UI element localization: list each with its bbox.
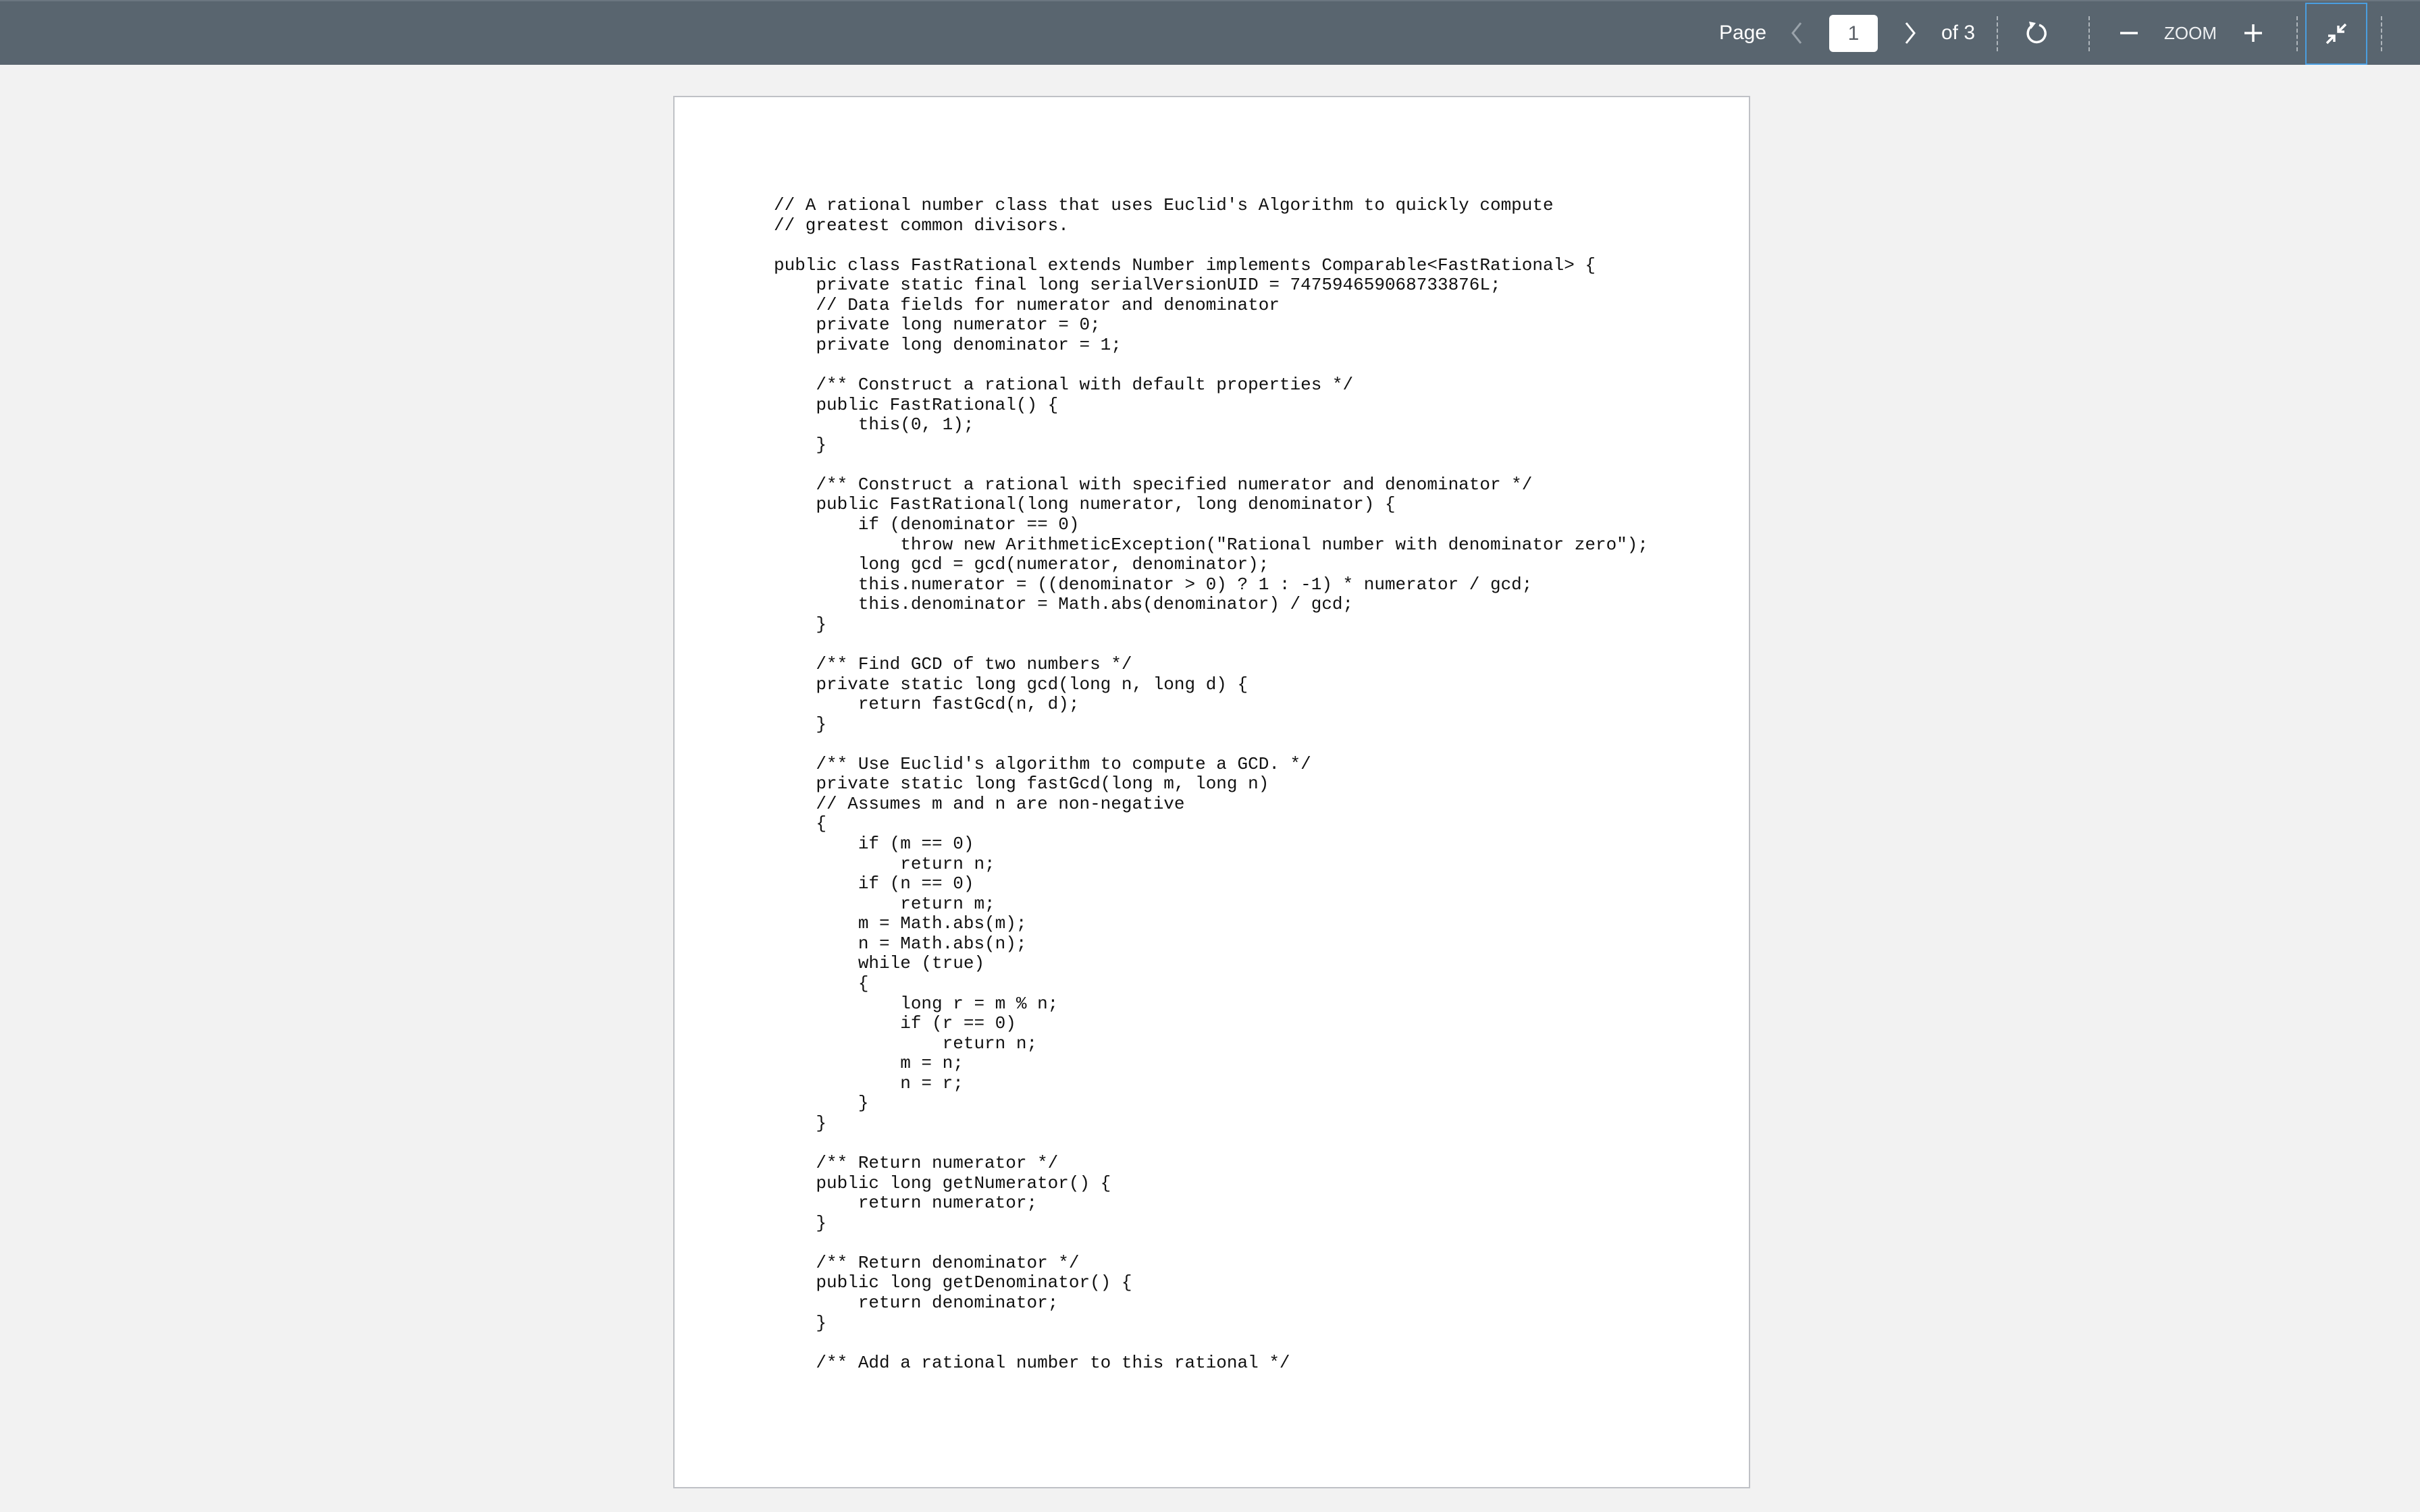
code-line: }: [774, 614, 827, 634]
code-line: public long getDenominator() {: [774, 1272, 1132, 1293]
toolbar-divider: [2088, 16, 2090, 51]
code-line: {: [774, 973, 869, 994]
code-line: return m;: [774, 893, 995, 914]
code-line: this.denominator = Math.abs(denominator)…: [774, 594, 1354, 615]
zoom-label: ZOOM: [2164, 22, 2217, 43]
rotate-icon: [2026, 22, 2047, 44]
previous-page-button[interactable]: [1783, 16, 1811, 50]
code-line: throw new ArithmeticException("Rational …: [774, 534, 1649, 555]
code-line: }: [774, 1312, 827, 1333]
code-line: // greatest common divisors.: [774, 215, 1069, 236]
code-line: private long numerator = 0;: [774, 315, 1101, 335]
code-line: /** Use Euclid's algorithm to compute a …: [774, 753, 1311, 774]
toolbar-divider: [2296, 16, 2298, 51]
code-line: }: [774, 1093, 869, 1114]
code-line: {: [774, 813, 827, 834]
pdf-toolbar: Page of 3 ZOOM: [0, 0, 2420, 65]
code-line: /** Construct a rational with specified …: [774, 474, 1533, 495]
code-line: m = n;: [774, 1053, 964, 1074]
code-line: return fastGcd(n, d);: [774, 694, 1080, 715]
code-line: public long getNumerator() {: [774, 1172, 1111, 1193]
code-line: this.numerator = ((denominator > 0) ? 1 …: [774, 574, 1533, 595]
code-line: }: [774, 1212, 827, 1233]
code-line: return n;: [774, 853, 995, 874]
code-line: if (r == 0): [774, 1013, 1016, 1034]
rotate-button[interactable]: [2022, 16, 2053, 50]
plus-icon: [2244, 24, 2262, 42]
code-line: }: [774, 434, 827, 455]
minus-icon: [2120, 32, 2138, 34]
code-line: long gcd = gcd(numerator, denominator);: [774, 554, 1269, 575]
next-page-button[interactable]: [1896, 16, 1924, 50]
code-line: private static long fastGcd(long m, long…: [774, 774, 1269, 794]
page-label: Page: [1718, 22, 1767, 44]
code-line: // A rational number class that uses Euc…: [774, 195, 1554, 215]
code-line: return denominator;: [774, 1292, 1059, 1313]
code-line: public FastRational(long numerator, long…: [774, 494, 1396, 515]
code-line: if (denominator == 0): [774, 514, 1080, 535]
code-line: if (n == 0): [774, 873, 974, 894]
code-line: /** Construct a rational with default pr…: [774, 375, 1354, 396]
code-line: // Data fields for numerator and denomin…: [774, 294, 1280, 315]
code-line: public FastRational() {: [774, 394, 1059, 415]
pdf-page: // A rational number class that uses Euc…: [673, 96, 1750, 1488]
page-number-input[interactable]: [1829, 15, 1878, 52]
chevron-left-icon: [1791, 22, 1802, 44]
code-line: n = Math.abs(n);: [774, 933, 1027, 954]
zoom-in-button[interactable]: [2238, 16, 2269, 50]
code-line: while (true): [774, 953, 985, 974]
collapse-arrows-icon: [2325, 23, 2347, 45]
zoom-out-button[interactable]: [2113, 16, 2145, 50]
chevron-right-icon: [1905, 22, 1916, 44]
code-line: private long denominator = 1;: [774, 334, 1122, 355]
code-line: if (m == 0): [774, 834, 974, 854]
toolbar-divider: [2381, 16, 2382, 51]
code-line: long r = m % n;: [774, 993, 1059, 1014]
code-line: m = Math.abs(m);: [774, 913, 1027, 934]
code-line: }: [774, 713, 827, 734]
code-line: public class FastRational extends Number…: [774, 254, 1596, 275]
code-line: /** Find GCD of two numbers */: [774, 653, 1132, 674]
document-viewer[interactable]: // A rational number class that uses Euc…: [0, 65, 2420, 1512]
code-line: /** Return numerator */: [774, 1153, 1059, 1173]
toolbar-divider: [1997, 16, 1998, 51]
page-total-label: of 3: [1941, 22, 1976, 44]
code-line: /** Return denominator */: [774, 1252, 1080, 1273]
code-line: n = r;: [774, 1073, 964, 1094]
exit-fullscreen-button[interactable]: [2305, 3, 2367, 65]
code-line: return numerator;: [774, 1193, 1038, 1214]
code-line: private static long gcd(long n, long d) …: [774, 674, 1248, 695]
code-line: // Assumes m and n are non-negative: [774, 793, 1185, 814]
code-line: return n;: [774, 1033, 1038, 1054]
code-listing: // A rational number class that uses Euc…: [774, 195, 1649, 1373]
code-line: this(0, 1);: [774, 414, 974, 435]
code-line: }: [774, 1112, 827, 1133]
code-line: private static final long serialVersionU…: [774, 275, 1501, 296]
code-line: /** Add a rational number to this ration…: [774, 1352, 1290, 1373]
